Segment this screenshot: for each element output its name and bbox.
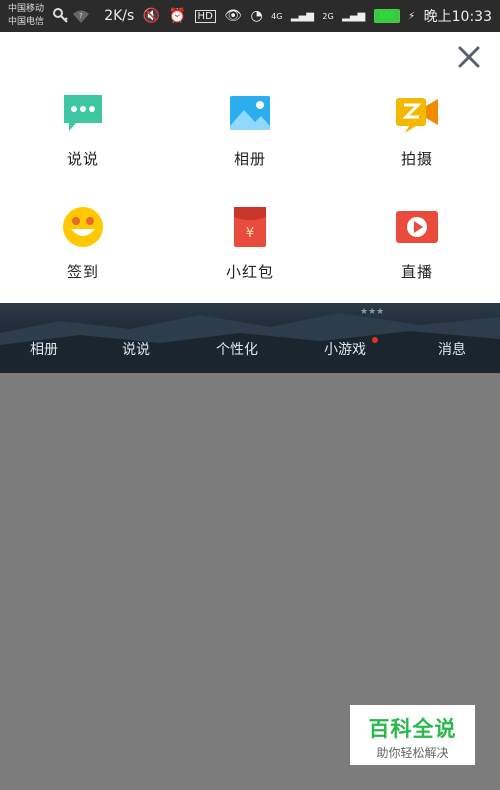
- checkin-label: 签到: [66, 263, 99, 281]
- live-play-icon: [396, 211, 438, 243]
- red-packet-button[interactable]: ¥ 小红包: [190, 205, 310, 282]
- tab-messages[interactable]: 消息: [438, 339, 466, 359]
- signal-bars-icon: ▂▄▆: [290, 10, 314, 22]
- live-label: 直播: [400, 263, 433, 281]
- profile-tabs: 相册 说说 个性化 小游戏 消息: [0, 337, 500, 365]
- network-speed: 2K/s: [104, 8, 135, 24]
- tab-album[interactable]: 相册: [30, 339, 58, 359]
- wifi-icon: ◔: [250, 8, 263, 24]
- alarm-icon: ⏰: [168, 8, 187, 24]
- svg-text:★★★: ★★★: [360, 307, 384, 315]
- tab-minigames[interactable]: 小游戏: [324, 339, 366, 359]
- close-icon[interactable]: [456, 44, 482, 70]
- red-packet-label: 小红包: [225, 263, 274, 281]
- charging-icon: ⚡: [408, 10, 416, 22]
- svg-text:¥: ¥: [246, 226, 254, 241]
- video-camera-icon: [396, 98, 438, 133]
- stars-icon: ★★★: [360, 307, 384, 315]
- tab-personalize[interactable]: 个性化: [216, 339, 258, 359]
- notification-dot: [372, 337, 378, 343]
- shoot-button[interactable]: 拍摄: [357, 92, 477, 169]
- hd-icon: HD: [194, 9, 216, 23]
- carrier-info: 中国移动 中国电信: [8, 3, 44, 29]
- tab-shuoshuo[interactable]: 说说: [122, 339, 150, 359]
- publish-sheet: 说说 相册 拍摄 签到 ¥ 小红包 直播: [0, 32, 500, 303]
- album-button[interactable]: 相册: [190, 92, 310, 169]
- watermark-title: 百科全说: [368, 717, 457, 741]
- mute-icon: 🔇: [142, 8, 161, 24]
- red-packet-icon: ¥: [234, 207, 266, 247]
- signal-4g: 4G: [271, 11, 283, 21]
- signal-2g: 2G: [322, 11, 334, 21]
- shuoshuo-button[interactable]: 说说: [23, 92, 143, 169]
- carrier-label-2: 中国电信: [8, 17, 45, 27]
- carrier-label-1: 中国移动: [8, 4, 45, 14]
- clock: 晚上10:33: [423, 9, 492, 25]
- status-bar: 中国移动 中国电信 ? 2K/s 🔇 ⏰ HD 👁 ◔ 4G ▂▄▆ 2G ▂▄…: [0, 0, 500, 32]
- album-label: 相册: [233, 150, 266, 168]
- checkin-button[interactable]: 签到: [23, 205, 143, 282]
- signal-bars-icon: ▂▄▆: [342, 10, 366, 22]
- shoot-label: 拍摄: [400, 150, 433, 168]
- wifi-question-icon: ?: [73, 10, 89, 23]
- speech-bubble-icon: [64, 95, 102, 131]
- key-icon: [53, 8, 68, 23]
- watermark-subtitle: 助你轻松解决: [376, 746, 449, 760]
- battery-icon: 100: [373, 9, 400, 23]
- live-button[interactable]: 直播: [357, 205, 477, 282]
- eye-icon: 👁: [224, 8, 243, 24]
- shuoshuo-label: 说说: [66, 150, 99, 168]
- svg-text:?: ?: [79, 12, 83, 20]
- smiley-icon: [63, 207, 103, 247]
- status-right: 2K/s 🔇 ⏰ HD 👁 ◔ 4G ▂▄▆ 2G ▂▄▆ 100 ⚡ 晚上10…: [100, 6, 492, 26]
- profile-banner: ★★★ 相册 说说 个性化 小游戏 消息: [0, 303, 500, 373]
- watermark-logo: 百科全说 助你轻松解决: [350, 705, 475, 765]
- photo-album-icon: [230, 96, 270, 130]
